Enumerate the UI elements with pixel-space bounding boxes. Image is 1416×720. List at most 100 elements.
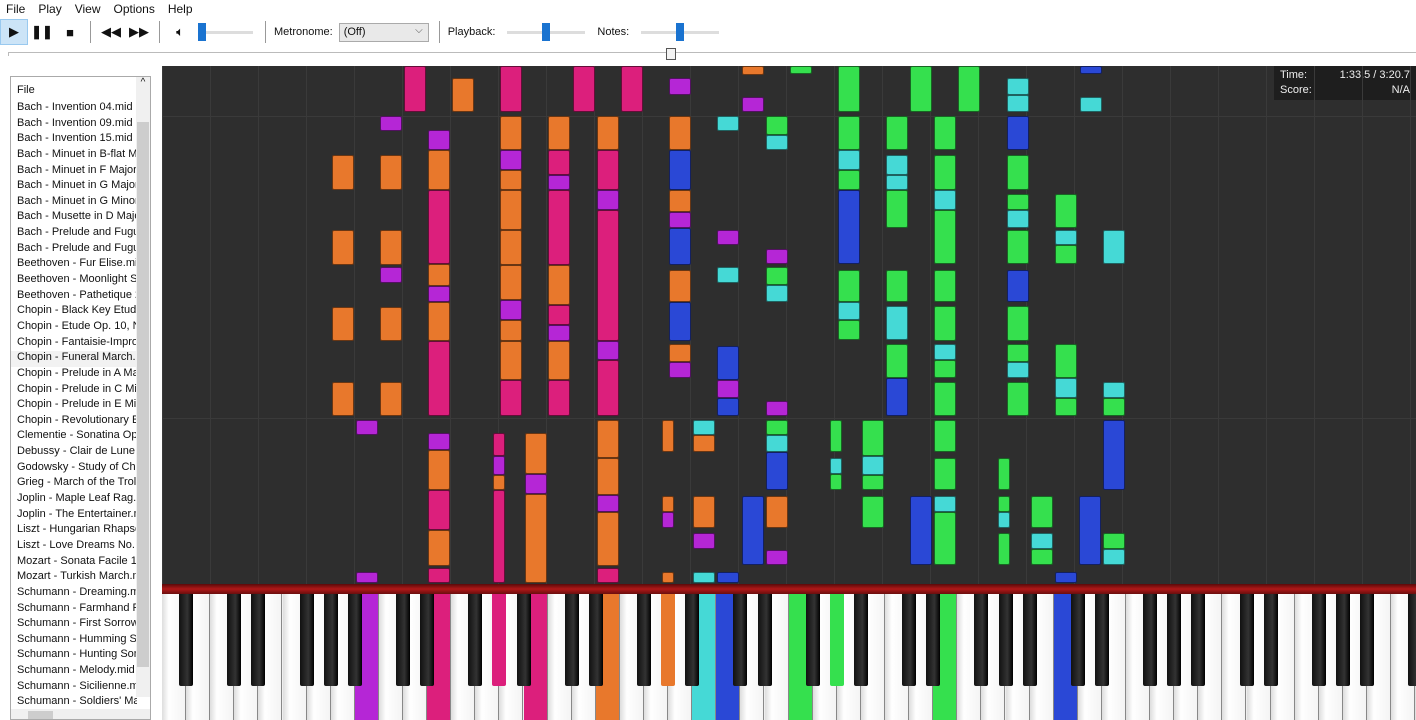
vertical-scrollbar[interactable]: ^ (136, 77, 150, 697)
seek-thumb[interactable] (666, 48, 676, 60)
chevron-up-icon[interactable]: ^ (136, 77, 150, 88)
file-list-item[interactable]: Grieg - March of the Trolls. (11, 476, 137, 492)
black-key[interactable] (299, 594, 314, 686)
file-list-item[interactable]: Liszt - Hungarian Rhapsody (11, 523, 137, 539)
file-list-item[interactable]: Schumann - First Sorrow.m (11, 617, 137, 633)
black-key[interactable] (396, 594, 410, 686)
notes-slider[interactable] (641, 22, 720, 42)
file-list-item[interactable]: Bach - Invention 15.mid (11, 132, 137, 148)
black-key[interactable] (323, 594, 338, 686)
scroll-thumb[interactable] (28, 711, 53, 719)
black-key[interactable] (516, 594, 531, 686)
black-key[interactable] (829, 594, 844, 686)
black-key[interactable] (1022, 594, 1037, 686)
file-list-item[interactable]: Joplin - The Entertainer.mi (11, 508, 137, 524)
stop-button[interactable]: ■ (56, 19, 84, 45)
black-key[interactable] (1167, 594, 1182, 686)
black-key[interactable] (926, 594, 941, 686)
file-list-item[interactable]: Beethoven - Moonlight Sor (11, 273, 137, 289)
file-list-item[interactable]: Schumann - Melody.mid (11, 664, 137, 680)
black-key[interactable] (733, 594, 748, 686)
black-key[interactable] (1263, 594, 1278, 686)
menu-file[interactable]: File (0, 0, 32, 18)
black-key[interactable] (661, 594, 676, 686)
black-key[interactable] (564, 594, 579, 686)
file-list-item[interactable]: Beethoven - Pathetique 2r (11, 289, 137, 305)
file-list-item[interactable]: Schumann - Humming Song (11, 633, 137, 649)
file-list-item[interactable]: Bach - Invention 09.mid (11, 117, 137, 133)
black-key[interactable] (1408, 594, 1416, 686)
black-key[interactable] (902, 594, 917, 686)
black-key[interactable] (1239, 594, 1254, 686)
black-key[interactable] (251, 594, 266, 686)
slider-thumb[interactable] (676, 23, 685, 41)
file-list-item[interactable]: Schumann - Sicilienne.mid (11, 680, 137, 696)
file-list-item[interactable]: Schumann - Dreaming.mid (11, 586, 137, 602)
file-list-item[interactable]: Bach - Minuet in B-flat Majo (11, 148, 137, 164)
black-key[interactable] (588, 594, 603, 686)
file-list-item[interactable]: Bach - Minuet in F Major.m (11, 164, 137, 180)
file-list-item[interactable]: Chopin - Prelude in E Minor (11, 398, 137, 414)
file-list-item[interactable]: Chopin - Prelude in A Major (11, 367, 137, 383)
volume-button[interactable]: 🔈︎ (166, 19, 194, 45)
file-list-item[interactable]: Bach - Minuet in G Major.m (11, 179, 137, 195)
black-key[interactable] (1070, 594, 1085, 686)
play-button[interactable]: ▶ (0, 19, 28, 45)
file-list-item[interactable]: Chopin - Funeral March.mic (11, 351, 137, 367)
file-list-item[interactable]: Chopin - Fantaisie-Impromp (11, 336, 137, 352)
file-list-item[interactable]: Godowsky - Study of Chop (11, 461, 137, 477)
file-list-item[interactable]: Chopin - Etude Op. 10, No (11, 320, 137, 336)
file-list-item[interactable]: Liszt - Love Dreams No. 3.r (11, 539, 137, 555)
file-list-item[interactable]: Schumann - Hunting Song. (11, 648, 137, 664)
slider-thumb[interactable] (542, 23, 551, 41)
file-list-item[interactable]: Chopin - Prelude in C Minor (11, 383, 137, 399)
rewind-button[interactable]: ◀◀ (97, 19, 125, 45)
black-key[interactable] (685, 594, 700, 686)
black-key[interactable] (1360, 594, 1374, 686)
file-list-item[interactable]: Bach - Minuet in G Minor.m (11, 195, 137, 211)
file-list-item[interactable]: Bach - Prelude and Fugue i (11, 242, 137, 258)
menu-options[interactable]: Options (107, 0, 161, 18)
scroll-thumb[interactable] (137, 122, 149, 667)
black-key[interactable] (757, 594, 772, 686)
black-key[interactable] (1335, 594, 1350, 686)
black-key[interactable] (492, 594, 507, 686)
metronome-select[interactable]: (Off) ⌵ (338, 22, 429, 42)
black-key[interactable] (1094, 594, 1109, 686)
black-key[interactable] (853, 594, 868, 686)
menu-view[interactable]: View (69, 0, 108, 18)
file-list-item[interactable]: Bach - Invention 04.mid (11, 101, 137, 117)
seek-bar[interactable] (8, 48, 1416, 60)
file-list-item[interactable]: Clementie - Sonatina Op. 3 (11, 429, 137, 445)
file-list-item[interactable]: Joplin - Maple Leaf Rag.mic (11, 492, 137, 508)
menu-help[interactable]: Help (162, 0, 200, 18)
black-key[interactable] (227, 594, 242, 686)
black-key[interactable] (179, 594, 194, 686)
black-key[interactable] (1311, 594, 1326, 686)
black-key[interactable] (637, 594, 651, 686)
file-column-header[interactable]: File (11, 77, 150, 101)
fast-forward-button[interactable]: ▶▶ (125, 19, 153, 45)
file-list-item[interactable]: Mozart - Turkish March.mic (11, 570, 137, 586)
horizontal-scrollbar[interactable] (11, 709, 150, 719)
black-key[interactable] (805, 594, 820, 686)
file-list-item[interactable]: Debussy - Clair de Lune.mi (11, 445, 137, 461)
black-key[interactable] (998, 594, 1013, 686)
black-key[interactable] (1143, 594, 1158, 686)
menu-play[interactable]: Play (32, 0, 68, 18)
file-list-item[interactable]: Beethoven - Fur Elise.mid (11, 257, 137, 273)
pause-button[interactable]: ❚❚ (28, 19, 56, 45)
playback-slider[interactable] (507, 22, 586, 42)
volume-slider[interactable] (198, 22, 253, 42)
file-list-item[interactable]: Chopin - Black Key Etude.n (11, 304, 137, 320)
file-list-item[interactable]: Chopin - Revolutionary Etu (11, 414, 137, 430)
black-key[interactable] (974, 594, 989, 686)
file-list-item[interactable]: Schumann - Farmhand Rup (11, 602, 137, 618)
black-key[interactable] (420, 594, 435, 686)
slider-thumb[interactable] (198, 23, 206, 41)
black-key[interactable] (347, 594, 362, 686)
file-list-item[interactable]: Mozart - Sonata Facile 1st (11, 555, 137, 571)
file-list-item[interactable]: Bach - Musette in D Major. (11, 210, 137, 226)
file-list-item[interactable]: Bach - Prelude and Fugue i (11, 226, 137, 242)
black-key[interactable] (1191, 594, 1206, 686)
